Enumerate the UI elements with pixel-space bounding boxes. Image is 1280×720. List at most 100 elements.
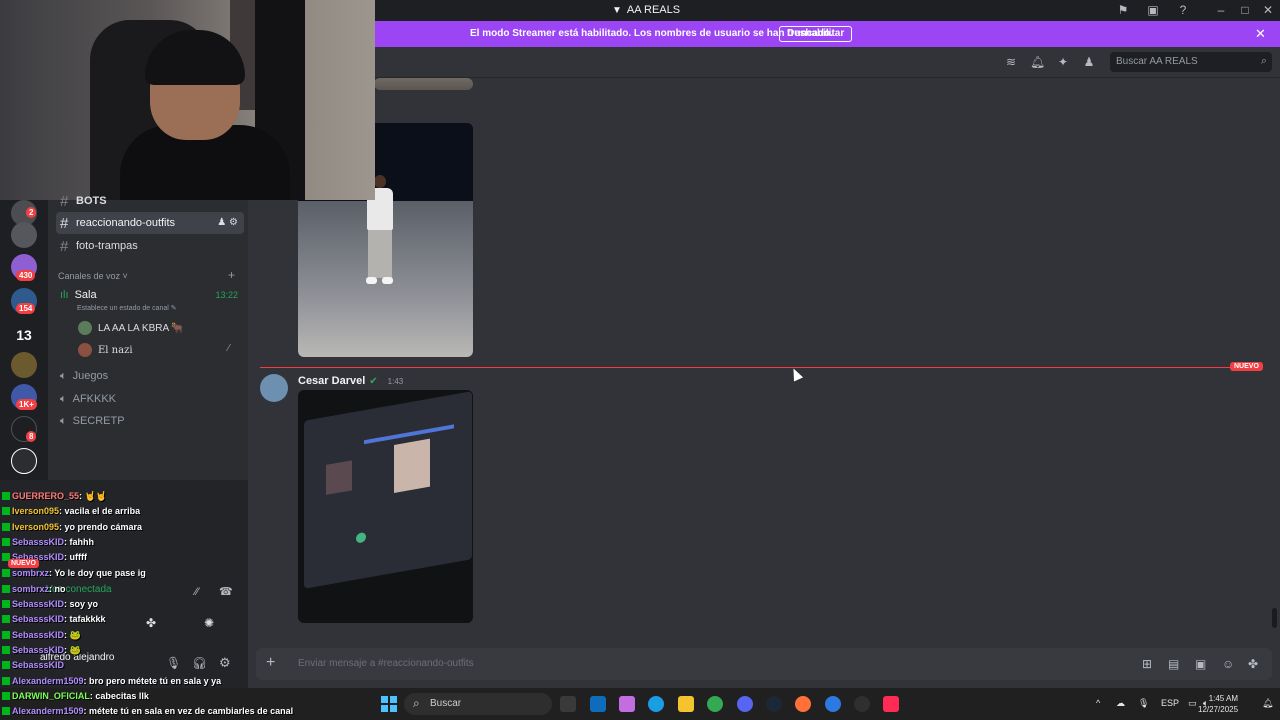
author-avatar[interactable] xyxy=(260,374,288,402)
attachment-image-screen[interactable] xyxy=(298,390,473,623)
voice-category-label[interactable]: Canales de voz ˅ xyxy=(58,271,128,281)
add-channel-icon[interactable]: + xyxy=(228,268,235,282)
search-icon: ⌕ xyxy=(1260,55,1267,67)
apps-icon[interactable]: ✤ xyxy=(1248,657,1258,671)
maximize-icon[interactable]: □ xyxy=(1238,3,1252,17)
add-attachment-icon[interactable]: + xyxy=(266,654,275,672)
voice-active-icon: ılı xyxy=(60,289,69,301)
sticker-icon[interactable]: ▣ xyxy=(1195,657,1206,671)
server-icon[interactable] xyxy=(11,352,37,378)
outlook-icon[interactable] xyxy=(590,696,606,712)
keyboard-language[interactable]: ESP xyxy=(1161,698,1179,708)
chat-line: Alexanderm1509: métete tú en sala en vez… xyxy=(2,706,293,716)
headphones-icon[interactable]: 🎧︎ xyxy=(192,656,207,670)
new-tag: NUEVO xyxy=(8,559,39,568)
user-settings-icon[interactable]: ⚙ xyxy=(219,655,231,671)
channel-list: # BOTS # reaccionando-outfits ♟ ⚙ # foto… xyxy=(48,193,248,480)
discord-icon[interactable] xyxy=(737,696,753,712)
task-view-icon[interactable] xyxy=(560,696,576,712)
webcam-overlay xyxy=(0,0,375,200)
obs-icon[interactable] xyxy=(854,696,870,712)
network-icon[interactable]: ☁ xyxy=(1116,698,1125,709)
channel-foto-trampas[interactable]: # foto-trampas xyxy=(56,235,244,257)
channel-reaccionando-outfits[interactable]: # reaccionando-outfits ♟ ⚙ xyxy=(56,212,244,234)
message-header: Cesar Darvel ✔ 1:43 xyxy=(298,375,403,387)
microphone-icon[interactable]: 🎙︎ xyxy=(166,656,181,670)
emoji-icon[interactable]: ☺ xyxy=(1222,657,1234,671)
notifications-icon[interactable]: 🔔︎ xyxy=(1262,698,1273,709)
muted-icon: ⁄ xyxy=(228,343,230,354)
speaker-icon: 🔈︎ xyxy=(60,414,67,427)
scrollbar-thumb[interactable] xyxy=(1272,608,1277,628)
activities-icon[interactable]: ✤ xyxy=(146,616,156,630)
message-composer[interactable]: + Enviar mensaje a #reaccionando-outfits… xyxy=(256,648,1272,680)
speaker-icon: 🔈︎ xyxy=(60,369,67,382)
hash-icon: # xyxy=(60,214,69,232)
minimize-icon[interactable]: – xyxy=(1214,3,1228,17)
voice-channel-afkkkk[interactable]: 🔈︎ AFKKKK xyxy=(56,388,244,410)
chat-line: SebasssKID: fahhh xyxy=(2,537,94,547)
disconnect-icon[interactable]: ☎ xyxy=(219,585,233,598)
voice-channel-sala[interactable]: ılı Sala 13:22 xyxy=(56,284,244,306)
chat-line: DARWIN_OFICIAL: cabecitas llk xyxy=(2,691,149,701)
channel-bots[interactable]: # BOTS xyxy=(56,190,244,212)
screen-icon[interactable]: ▣ xyxy=(1146,3,1160,17)
taskbar-clock[interactable]: 1:45 AM 12/27/2025 xyxy=(1198,693,1238,715)
tiktok-icon[interactable] xyxy=(883,696,899,712)
monitor-screen xyxy=(304,391,472,589)
threads-icon[interactable]: ≋ xyxy=(1004,55,1018,69)
wifi-icon[interactable]: ▭ xyxy=(1188,698,1197,709)
tray-chevron-icon[interactable]: ^ xyxy=(1096,698,1100,708)
mic-tray-icon[interactable]: 🎙︎ xyxy=(1138,698,1149,709)
channel-settings-icon[interactable]: ♟ ⚙ xyxy=(217,217,238,228)
new-messages-divider xyxy=(260,367,1260,368)
pin-icon[interactable]: ✦ xyxy=(1056,55,1070,69)
voice-timer: 13:22 xyxy=(215,290,238,300)
edge-icon[interactable] xyxy=(648,696,664,712)
server-badge: 154 xyxy=(16,303,36,314)
search-icon: ⌕ xyxy=(413,696,420,710)
author-name[interactable]: Cesar Darvel xyxy=(298,375,365,387)
voice-channel-secretp[interactable]: 🔈︎ SECRETP xyxy=(56,410,244,432)
voice-user[interactable]: LA AA LA KBRA 🐂 xyxy=(78,321,184,335)
search-input[interactable]: Buscar AA REALS ⌕ xyxy=(1110,52,1272,72)
chrome-icon[interactable] xyxy=(707,696,723,712)
chat-line: Iverson095: vacila el de arriba xyxy=(2,506,140,516)
channel-header: ≋ 🔔︎ ✦ ♟ Buscar AA REALS ⌕ xyxy=(375,47,1280,78)
chat-line: GUERRERO_55: 🤘🤘 xyxy=(2,491,107,502)
soundboard-icon[interactable]: ✺ xyxy=(204,616,214,630)
copilot-icon[interactable] xyxy=(619,696,635,712)
message-timestamp: 1:43 xyxy=(387,376,404,386)
voice-user-avatar xyxy=(78,343,92,357)
verified-badge-icon: ✔ xyxy=(369,375,378,387)
firefox-icon[interactable] xyxy=(795,696,811,712)
voice-user[interactable]: El nazi xyxy=(78,343,133,357)
members-icon[interactable]: ♟ xyxy=(1082,55,1096,69)
server-icon[interactable] xyxy=(11,222,37,248)
inbox-icon[interactable]: ⚑ xyxy=(1116,3,1130,17)
gif-icon[interactable]: ▤ xyxy=(1168,657,1179,671)
server-badge: 430 xyxy=(16,270,36,281)
disable-streamer-button[interactable]: Deshabilitar xyxy=(779,26,853,42)
window-title: ▼ AA REALS xyxy=(612,4,681,16)
server-badge: 8 xyxy=(26,431,37,442)
bell-icon[interactable]: 🔔︎ xyxy=(1030,55,1045,69)
server-icon-project[interactable]: 13 xyxy=(11,320,37,346)
steam-icon[interactable] xyxy=(766,696,782,712)
voice-channel-juegos[interactable]: 🔈︎ Juegos xyxy=(56,365,244,387)
voice-status-hint[interactable]: Establece un estado de canal ✎ xyxy=(77,304,177,312)
gift-icon[interactable]: ⊞ xyxy=(1142,657,1152,671)
speaker-icon: 🔈︎ xyxy=(60,392,67,405)
file-explorer-icon[interactable] xyxy=(678,696,694,712)
messages-area[interactable]: NUEVO Cesar Darvel ✔ 1:43 xyxy=(248,78,1280,644)
noise-suppression-icon[interactable]: ⁄⁄ xyxy=(195,586,199,598)
help-icon[interactable]: ? xyxy=(1176,3,1190,17)
app-icon[interactable] xyxy=(825,696,841,712)
attachment-image-previous[interactable] xyxy=(374,78,473,90)
server-icon[interactable] xyxy=(11,448,37,474)
close-banner-icon[interactable]: ✕ xyxy=(1255,26,1266,42)
windows-start-icon[interactable] xyxy=(381,696,397,712)
close-window-icon[interactable]: ✕ xyxy=(1261,3,1275,17)
stream-chat-overlay: Voz conectada ⁄⁄ ☎ ✤ ✺ alfredo alejandro… xyxy=(0,480,248,688)
taskbar-search[interactable]: ⌕ Buscar xyxy=(404,693,552,715)
